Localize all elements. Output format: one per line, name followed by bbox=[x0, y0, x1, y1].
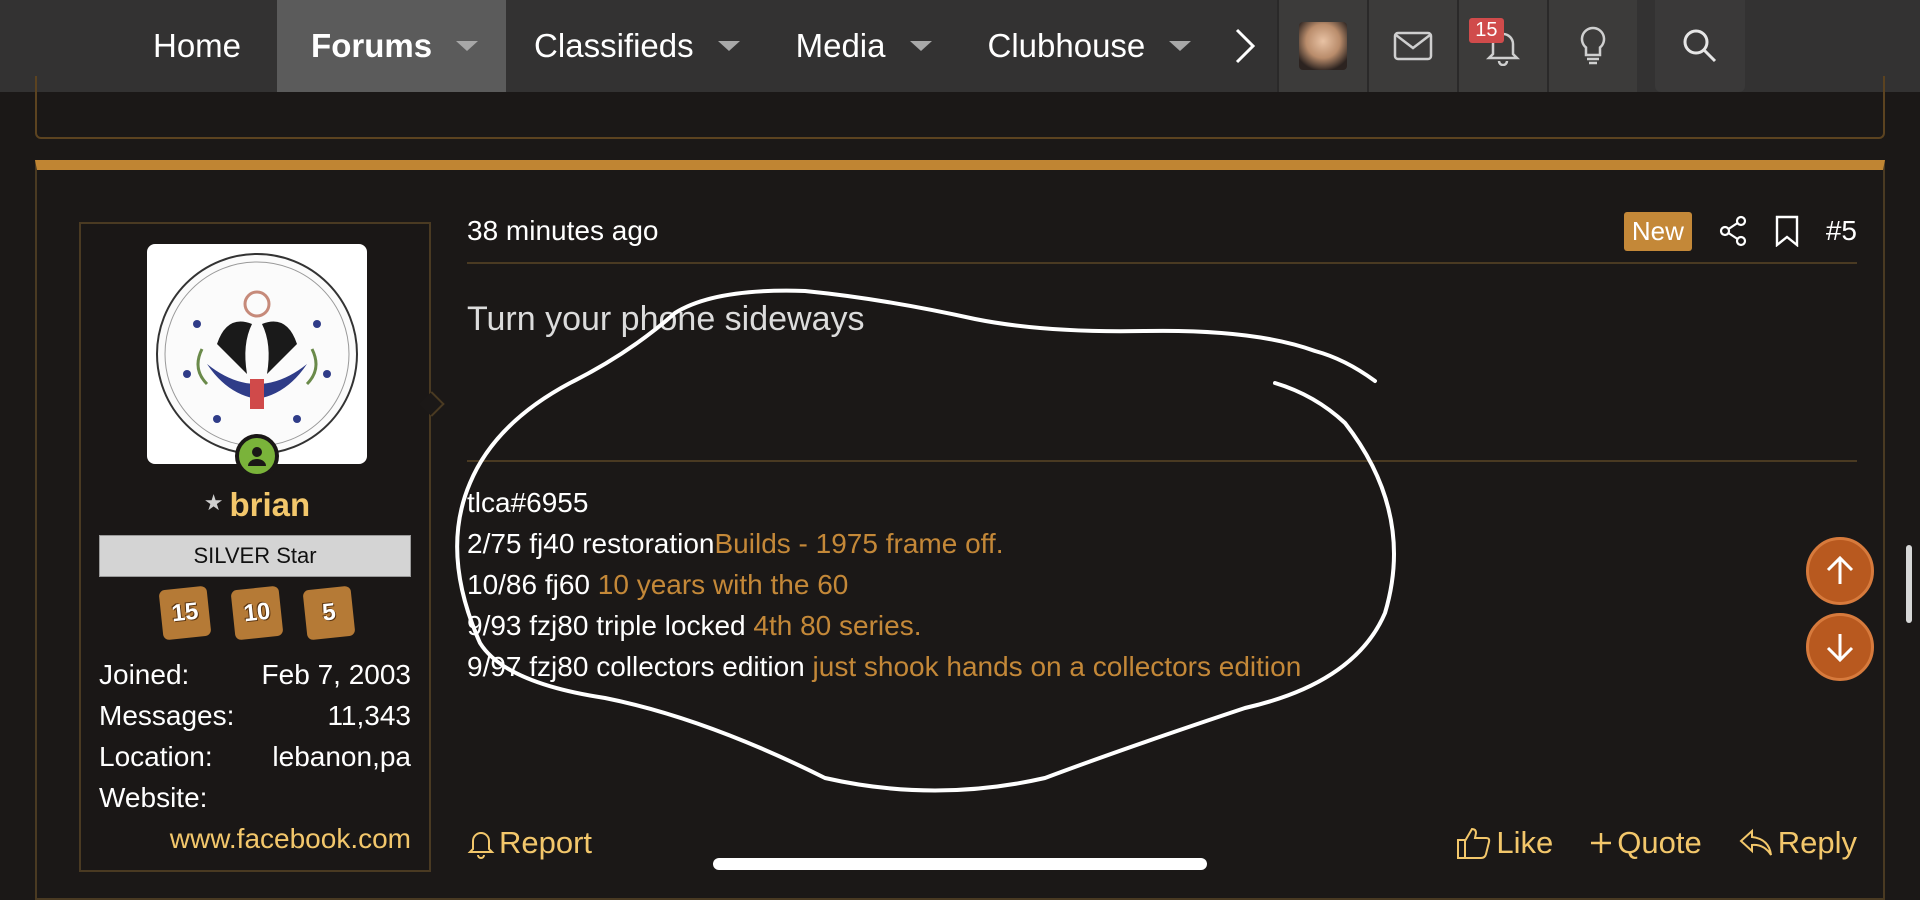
signature-text: 9/97 fzj80 collectors edition bbox=[467, 651, 813, 682]
signature-line: 9/97 fzj80 collectors edition just shook… bbox=[467, 646, 1301, 687]
share-icon bbox=[1719, 215, 1746, 247]
online-status-icon bbox=[235, 434, 279, 478]
stat-row-location: Location: lebanon,pa bbox=[99, 736, 411, 777]
scrollbar-thumb[interactable] bbox=[1906, 545, 1912, 623]
signature-block: tlca#6955 2/75 fj40 restorationBuilds - … bbox=[467, 482, 1301, 687]
arrow-up-icon bbox=[1826, 555, 1854, 584]
post-timestamp[interactable]: 38 minutes ago bbox=[467, 215, 1624, 247]
bell-icon bbox=[467, 832, 495, 859]
username[interactable]: brian bbox=[230, 486, 311, 523]
stat-row-website: Website: bbox=[99, 777, 411, 818]
post-number-link[interactable]: #5 bbox=[1826, 215, 1857, 247]
signature-link[interactable]: just shook hands on a collectors edition bbox=[813, 651, 1302, 682]
reply-label: Reply bbox=[1777, 825, 1857, 860]
nav-tab-label: Media bbox=[795, 27, 886, 64]
stat-label: Joined: bbox=[99, 658, 190, 690]
stat-row-joined: Joined: Feb 7, 2003 bbox=[99, 654, 411, 695]
stat-label: Messages: bbox=[99, 699, 235, 731]
signature-line: 10/86 fj60 10 years with the 60 bbox=[467, 564, 1301, 605]
reply-button[interactable]: Reply bbox=[1738, 825, 1857, 861]
forum-post: ★ brian SILVER Star 15 10 5 Joined: Feb 7,… bbox=[35, 160, 1885, 900]
avatar-image bbox=[156, 253, 358, 455]
like-button[interactable]: Like bbox=[1456, 825, 1553, 861]
report-button[interactable]: Report bbox=[467, 825, 592, 861]
nav-tab-label: Home bbox=[153, 27, 242, 64]
signature-line: 2/75 fj40 restorationBuilds - 1975 frame… bbox=[467, 523, 1301, 564]
stat-value: Feb 7, 2003 bbox=[261, 658, 411, 690]
lightbulb-icon bbox=[1581, 26, 1606, 65]
user-icon bbox=[248, 447, 266, 466]
signature-divider bbox=[467, 460, 1857, 462]
caret-down-icon[interactable] bbox=[1169, 41, 1192, 51]
new-badge: New bbox=[1623, 211, 1692, 251]
report-label: Report bbox=[499, 825, 593, 860]
stat-label: Website: bbox=[99, 781, 208, 813]
caret-down-icon[interactable] bbox=[717, 41, 740, 51]
stat-value: 11,343 bbox=[327, 699, 411, 731]
user-title-badge: SILVER Star bbox=[99, 535, 411, 577]
trophy-badge[interactable]: 5 bbox=[302, 585, 356, 641]
user-avatar-large[interactable] bbox=[147, 244, 367, 464]
signature-line: 9/93 fzj80 triple locked 4th 80 series. bbox=[467, 605, 1301, 646]
mail-icon bbox=[1394, 31, 1433, 61]
signature-link[interactable]: 4th 80 series. bbox=[753, 610, 921, 641]
quote-button[interactable]: Quote bbox=[1589, 825, 1702, 861]
plus-icon bbox=[1591, 833, 1612, 853]
stat-label: Location: bbox=[99, 740, 213, 772]
website-link[interactable]: www.facebook.com bbox=[99, 818, 411, 859]
search-icon bbox=[1683, 29, 1717, 63]
nav-tab-label: Forums bbox=[311, 27, 433, 64]
arrow-down-icon bbox=[1826, 634, 1854, 663]
stat-row-messages: Messages: 11,343 bbox=[99, 695, 411, 736]
reply-icon bbox=[1739, 828, 1772, 856]
thumbs-up-icon bbox=[1457, 827, 1491, 859]
like-label: Like bbox=[1496, 825, 1554, 860]
previous-post-box bbox=[35, 76, 1885, 139]
user-avatar bbox=[1299, 22, 1348, 70]
signature-link[interactable]: Builds - 1975 frame off. bbox=[715, 528, 1004, 559]
trophy-badge[interactable]: 15 bbox=[158, 585, 212, 641]
signature-text: 10/86 fj60 bbox=[467, 569, 598, 600]
home-indicator[interactable] bbox=[713, 858, 1207, 870]
user-stats: Joined: Feb 7, 2003 Messages: 11,343 Locat… bbox=[99, 654, 411, 859]
caret-down-icon[interactable] bbox=[456, 41, 479, 51]
signature-link[interactable]: 10 years with the 60 bbox=[598, 569, 849, 600]
user-info-panel: ★ brian SILVER Star 15 10 5 Joined: Feb 7,… bbox=[79, 222, 431, 872]
scroll-to-bottom-button[interactable] bbox=[1806, 613, 1874, 681]
signature-line: tlca#6955 bbox=[467, 482, 1301, 523]
quote-label: Quote bbox=[1617, 825, 1702, 860]
signature-text: 2/75 fj40 restoration bbox=[467, 528, 715, 559]
post-header: 38 minutes ago New #5 bbox=[467, 200, 1857, 264]
scroll-to-top-button[interactable] bbox=[1806, 537, 1874, 605]
nav-tab-label: Clubhouse bbox=[987, 27, 1146, 64]
star-icon: ★ bbox=[203, 490, 224, 515]
username-row: ★ brian bbox=[81, 486, 433, 524]
nav-tab-label: Classifieds bbox=[534, 27, 694, 64]
notification-badge: 15 bbox=[1469, 18, 1504, 43]
trophy-list: 15 10 5 bbox=[158, 585, 356, 641]
signature-text: 9/93 fzj80 triple locked bbox=[467, 610, 754, 641]
caret-down-icon[interactable] bbox=[909, 41, 932, 51]
post-message-body: Turn your phone sideways bbox=[467, 300, 865, 338]
signature-text: tlca#6955 bbox=[467, 487, 589, 518]
bookmark-icon bbox=[1775, 215, 1799, 247]
trophy-badge[interactable]: 10 bbox=[230, 585, 284, 641]
stat-value: lebanon,pa bbox=[272, 740, 411, 772]
chevron-right-icon bbox=[1236, 28, 1256, 64]
share-button[interactable] bbox=[1718, 215, 1748, 247]
bookmark-button[interactable] bbox=[1774, 215, 1800, 247]
